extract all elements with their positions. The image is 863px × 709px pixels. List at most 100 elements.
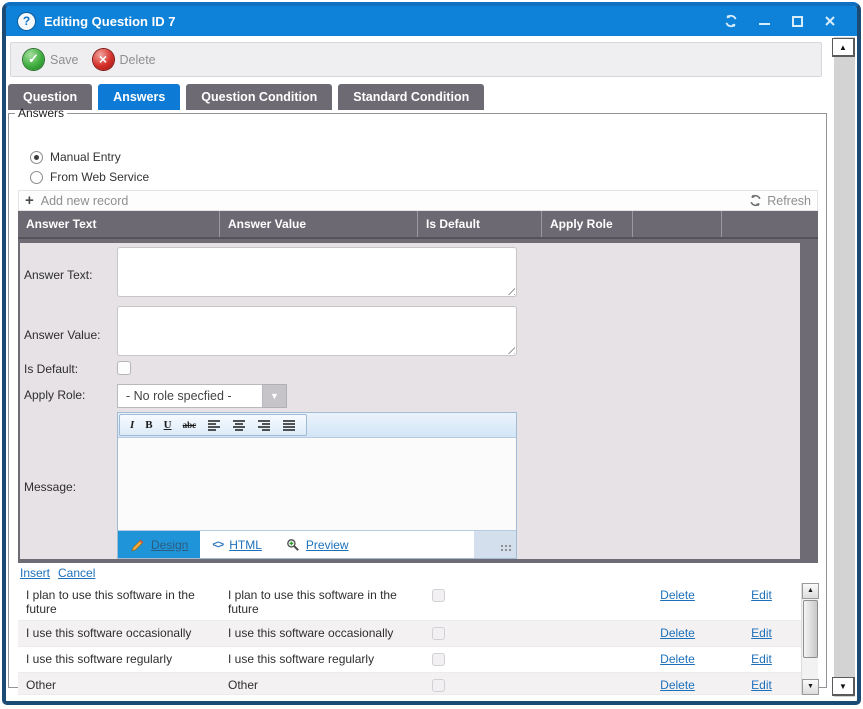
grid-scrollbar-thumb[interactable]: [803, 600, 818, 658]
grid-command-bar: + Add new record Refresh: [18, 190, 818, 211]
refresh-button[interactable]: Refresh: [749, 194, 811, 208]
html-mode-tab[interactable]: <> HTML: [200, 531, 274, 558]
italic-icon[interactable]: I: [130, 419, 134, 431]
html-tab-label: HTML: [229, 538, 262, 552]
cell-answer-value: I plan to use this software in the futur…: [220, 583, 418, 621]
dialog-scrollbar-track[interactable]: [834, 37, 855, 697]
header-answer-value[interactable]: Answer Value: [220, 211, 418, 237]
editor-resize-grip[interactable]: [500, 544, 512, 553]
main-toolbar: ✓ Save × Delete: [10, 42, 822, 77]
answer-value-input[interactable]: [117, 306, 517, 356]
row-is-default-checkbox: [432, 653, 445, 666]
answers-grid: + Add new record Refresh Ans: [18, 190, 818, 695]
cell-apply-role: [542, 583, 633, 621]
align-left-icon[interactable]: [207, 419, 221, 432]
resize-grip-icon[interactable]: [505, 285, 515, 295]
cell-apply-role: [542, 673, 633, 695]
dialog-scroll-up-icon[interactable]: ▲: [832, 38, 855, 57]
close-icon[interactable]: [823, 14, 837, 28]
delete-row-link[interactable]: Delete: [660, 626, 695, 640]
delete-button-label: Delete: [120, 53, 156, 67]
answer-text-input[interactable]: [117, 247, 517, 297]
manual-entry-option[interactable]: Manual Entry: [30, 150, 121, 164]
table-row: I use this software occasionally I use t…: [18, 621, 801, 647]
cell-answer-text: I use this software occasionally: [18, 621, 220, 648]
delete-row-link[interactable]: Delete: [660, 652, 695, 666]
edit-row-link[interactable]: Edit: [751, 678, 772, 692]
header-answer-text[interactable]: Answer Text: [18, 211, 220, 237]
scroll-up-icon[interactable]: ▲: [802, 583, 819, 599]
grid-rows-area: I plan to use this software in the futur…: [18, 583, 818, 695]
edit-row-link[interactable]: Edit: [751, 588, 772, 602]
edit-row-link[interactable]: Edit: [751, 652, 772, 666]
grid-header-row: Answer Text Answer Value Is Default Appl…: [18, 211, 818, 239]
header-empty-2: [722, 211, 818, 237]
message-label: Message:: [24, 480, 76, 494]
minimize-icon[interactable]: [757, 14, 771, 28]
row-is-default-checkbox: [432, 679, 445, 692]
window-title: Editing Question ID 7: [44, 14, 175, 29]
table-row: I plan to use this software in the futur…: [18, 583, 801, 621]
align-center-icon[interactable]: [232, 419, 246, 432]
window-controls: [724, 14, 845, 28]
delete-button[interactable]: × Delete: [93, 49, 156, 70]
answer-value-label: Answer Value:: [24, 328, 100, 342]
window-refresh-icon[interactable]: [724, 14, 738, 28]
cancel-link[interactable]: Cancel: [58, 566, 95, 580]
dialog-scroll-down-icon[interactable]: ▼: [832, 677, 855, 696]
message-content-area[interactable]: [118, 438, 516, 530]
dropdown-arrow-icon[interactable]: ▼: [263, 384, 287, 408]
magnifier-icon: [286, 538, 300, 552]
cell-answer-text: I plan to use this software in the futur…: [18, 583, 220, 621]
answer-text-label: Answer Text:: [24, 268, 92, 282]
preview-mode-tab[interactable]: Preview: [274, 531, 361, 558]
row-is-default-checkbox: [432, 627, 445, 640]
edit-row-link[interactable]: Edit: [751, 626, 772, 640]
design-tab-label: Design: [151, 538, 188, 552]
web-service-label: From Web Service: [50, 170, 149, 184]
form-actions-row: Insert Cancel: [18, 563, 818, 583]
bold-icon[interactable]: B: [145, 419, 152, 431]
resize-grip-icon[interactable]: [505, 344, 515, 354]
cell-answer-text: Other: [18, 673, 220, 695]
apply-role-dropdown[interactable]: - No role specfied - ▼: [117, 384, 287, 408]
is-default-checkbox[interactable]: [117, 361, 131, 375]
strikethrough-icon[interactable]: abc: [183, 420, 197, 430]
manual-entry-radio[interactable]: [30, 151, 43, 164]
preview-tab-label: Preview: [306, 538, 349, 552]
apply-role-label: Apply Role:: [24, 388, 85, 402]
delete-row-link[interactable]: Delete: [660, 588, 695, 602]
add-new-record-button[interactable]: + Add new record: [25, 194, 128, 208]
header-apply-role[interactable]: Apply Role: [542, 211, 633, 237]
answers-groupbox: Answers Manual Entry From Web Service + …: [8, 106, 827, 688]
delete-row-link[interactable]: Delete: [660, 678, 695, 692]
plus-icon: +: [25, 194, 34, 208]
title-bar: ? Editing Question ID 7: [6, 6, 857, 36]
scroll-down-icon[interactable]: ▼: [802, 679, 819, 695]
web-service-radio[interactable]: [30, 171, 43, 184]
pencil-icon: [130, 538, 145, 552]
help-icon[interactable]: ?: [18, 13, 35, 30]
save-check-icon: ✓: [23, 49, 44, 70]
dialog-scrollbar[interactable]: ▲ ▼: [832, 37, 856, 697]
underline-icon[interactable]: U: [164, 419, 172, 431]
editor-toolbar: I B U abc: [118, 413, 516, 438]
header-empty-1: [633, 211, 722, 237]
design-mode-tab[interactable]: Design: [118, 531, 200, 558]
insert-link[interactable]: Insert: [20, 566, 50, 580]
maximize-icon[interactable]: [790, 14, 804, 28]
apply-role-value: - No role specfied -: [117, 384, 263, 408]
code-icon: <>: [212, 539, 223, 551]
editor-mode-bar: Design <> HTML: [118, 530, 516, 558]
header-is-default[interactable]: Is Default: [418, 211, 542, 237]
save-button[interactable]: ✓ Save: [23, 49, 79, 70]
is-default-label: Is Default:: [24, 362, 78, 376]
align-right-icon[interactable]: [257, 419, 271, 432]
refresh-label: Refresh: [767, 194, 811, 208]
add-new-record-label: Add new record: [41, 194, 129, 208]
justify-icon[interactable]: [282, 419, 296, 432]
web-service-option[interactable]: From Web Service: [30, 170, 149, 184]
grid-scrollbar[interactable]: ▲ ▼: [801, 583, 818, 695]
cell-answer-text: I use this software regularly: [18, 647, 220, 674]
manual-entry-label: Manual Entry: [50, 150, 121, 164]
